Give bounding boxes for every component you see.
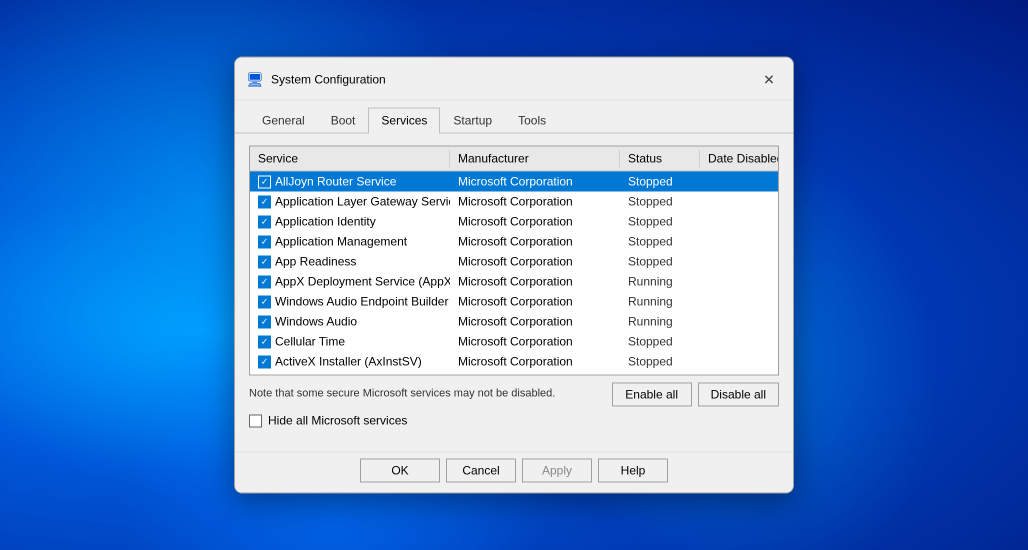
table-header: Service Manufacturer Status Date Disable… (250, 147, 778, 172)
service-manufacturer-cell: Microsoft Corporation (450, 294, 620, 310)
service-date-cell (700, 301, 778, 303)
service-date-cell (700, 241, 778, 243)
service-date-cell (700, 361, 778, 363)
service-manufacturer-cell: Microsoft Corporation (450, 274, 620, 290)
service-checkbox[interactable] (258, 355, 271, 368)
service-status-cell: Stopped (620, 174, 700, 190)
table-row[interactable]: ActiveX Installer (AxInstSV) Microsoft C… (250, 352, 778, 372)
col-manufacturer: Manufacturer (450, 150, 620, 168)
service-name-cell: Application Layer Gateway Service (250, 194, 450, 210)
table-row[interactable]: Cellular Time Microsoft Corporation Stop… (250, 332, 778, 352)
table-row[interactable]: Windows Audio Endpoint Builder Microsoft… (250, 292, 778, 312)
service-manufacturer-cell: Microsoft Corporation (450, 354, 620, 370)
table-row[interactable]: Application Layer Gateway Service Micros… (250, 192, 778, 212)
service-checkbox[interactable] (258, 255, 271, 268)
service-manufacturer-cell: Microsoft Corporation (450, 234, 620, 250)
system-configuration-dialog: 🖥 System Configuration ✕ General Boot Se… (234, 57, 794, 494)
services-table-container: Service Manufacturer Status Date Disable… (249, 146, 779, 376)
tab-tools[interactable]: Tools (505, 108, 559, 134)
table-row[interactable]: Application Management Microsoft Corpora… (250, 232, 778, 252)
service-date-cell (700, 181, 778, 183)
service-checkbox[interactable] (258, 235, 271, 248)
col-date-disabled: Date Disabled (700, 150, 779, 168)
tab-general[interactable]: General (249, 108, 318, 134)
services-list[interactable]: AllJoyn Router Service Microsoft Corpora… (250, 172, 778, 372)
table-row[interactable]: Windows Audio Microsoft Corporation Runn… (250, 312, 778, 332)
service-status-cell: Stopped (620, 254, 700, 270)
service-manufacturer-cell: Microsoft Corporation (450, 174, 620, 190)
enable-disable-buttons: Enable all Disable all (612, 383, 779, 407)
service-name-cell: Cellular Time (250, 334, 450, 350)
service-status-cell: Stopped (620, 354, 700, 370)
col-status: Status (620, 150, 700, 168)
service-status-cell: Stopped (620, 214, 700, 230)
service-manufacturer-cell: Microsoft Corporation (450, 214, 620, 230)
help-button[interactable]: Help (598, 459, 668, 483)
service-date-cell (700, 281, 778, 283)
service-name-cell: AllJoyn Router Service (250, 174, 450, 190)
action-buttons-bar: OK Cancel Apply Help (235, 452, 793, 493)
service-name-cell: Application Management (250, 234, 450, 250)
disable-all-button[interactable]: Disable all (698, 383, 779, 407)
service-date-cell (700, 341, 778, 343)
cancel-button[interactable]: Cancel (446, 459, 516, 483)
apply-button[interactable]: Apply (522, 459, 592, 483)
tab-services[interactable]: Services (368, 108, 440, 134)
table-row[interactable]: AppX Deployment Service (AppX… Microsoft… (250, 272, 778, 292)
note-text: Note that some secure Microsoft services… (249, 388, 555, 400)
service-name-cell: AppX Deployment Service (AppX… (250, 274, 450, 290)
service-date-cell (700, 321, 778, 323)
service-date-cell (700, 221, 778, 223)
service-status-cell: Running (620, 294, 700, 310)
service-name-cell: ActiveX Installer (AxInstSV) (250, 354, 450, 370)
service-manufacturer-cell: Microsoft Corporation (450, 334, 620, 350)
service-status-cell: Running (620, 274, 700, 290)
service-checkbox[interactable] (258, 275, 271, 288)
service-name-cell: App Readiness (250, 254, 450, 270)
dialog-icon: 🖥 (247, 72, 263, 88)
title-bar: 🖥 System Configuration ✕ (235, 58, 793, 101)
service-manufacturer-cell: Microsoft Corporation (450, 314, 620, 330)
service-status-cell: Stopped (620, 194, 700, 210)
title-bar-left: 🖥 System Configuration (247, 72, 386, 88)
dialog-title: System Configuration (271, 73, 386, 87)
hide-services-label: Hide all Microsoft services (268, 414, 407, 428)
service-status-cell: Stopped (620, 334, 700, 350)
service-checkbox[interactable] (258, 315, 271, 328)
service-name-cell: Windows Audio (250, 314, 450, 330)
table-row[interactable]: AllJoyn Router Service Microsoft Corpora… (250, 172, 778, 192)
enable-all-button[interactable]: Enable all (612, 383, 692, 407)
col-service: Service (250, 150, 450, 168)
service-checkbox[interactable] (258, 335, 271, 348)
close-button[interactable]: ✕ (757, 68, 781, 92)
service-checkbox[interactable] (258, 215, 271, 228)
dialog-content: Service Manufacturer Status Date Disable… (235, 134, 793, 452)
hide-services-row: Hide all Microsoft services (249, 414, 779, 428)
tab-bar: General Boot Services Startup Tools (235, 101, 793, 134)
table-row[interactable]: App Readiness Microsoft Corporation Stop… (250, 252, 778, 272)
ok-button[interactable]: OK (360, 459, 440, 483)
service-checkbox[interactable] (258, 195, 271, 208)
service-status-cell: Stopped (620, 234, 700, 250)
service-checkbox[interactable] (258, 175, 271, 188)
service-status-cell: Running (620, 314, 700, 330)
service-date-cell (700, 201, 778, 203)
service-date-cell (700, 261, 778, 263)
service-manufacturer-cell: Microsoft Corporation (450, 194, 620, 210)
service-checkbox[interactable] (258, 295, 271, 308)
service-name-cell: Application Identity (250, 214, 450, 230)
tab-startup[interactable]: Startup (440, 108, 505, 134)
hide-services-checkbox[interactable] (249, 414, 262, 427)
tab-boot[interactable]: Boot (318, 108, 369, 134)
service-name-cell: Windows Audio Endpoint Builder (250, 294, 450, 310)
table-row[interactable]: Application Identity Microsoft Corporati… (250, 212, 778, 232)
service-manufacturer-cell: Microsoft Corporation (450, 254, 620, 270)
